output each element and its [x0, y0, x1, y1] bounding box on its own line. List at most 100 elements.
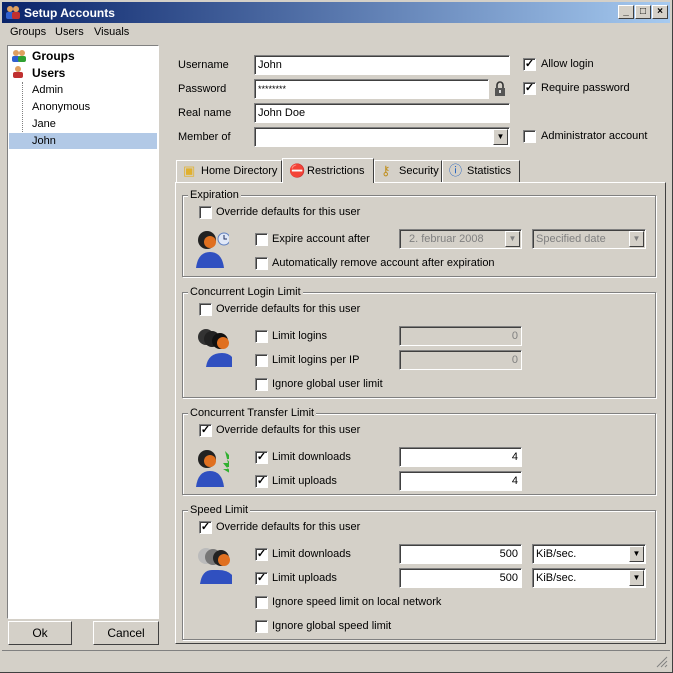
tree-users[interactable]: Users — [30, 65, 67, 81]
member-of-label: Member of — [178, 131, 231, 143]
speed-uploads-unit-select[interactable]: KiB/sec. ▼ — [532, 568, 646, 588]
menu-users[interactable]: Users — [55, 26, 84, 38]
close-button[interactable]: × — [652, 5, 668, 19]
status-bar — [2, 650, 670, 670]
ignore-global-speed-checkbox[interactable] — [255, 620, 268, 633]
user-clock-icon — [196, 231, 229, 268]
allow-login-checkbox[interactable]: ✓ — [523, 58, 536, 71]
ignore-global-speed-label: Ignore global speed limit — [272, 620, 392, 632]
password-input[interactable]: ******** — [254, 79, 489, 99]
chevron-down-icon[interactable]: ▼ — [629, 570, 644, 586]
expiration-date-picker[interactable]: 2. februar 2008 ▼ — [399, 229, 522, 249]
users-icon — [6, 6, 20, 19]
password-label: Password — [178, 83, 227, 95]
key-icon: ⚷ — [381, 163, 391, 178]
transfer-uploads-input[interactable]: 4 — [399, 471, 522, 491]
tree-user-anonymous[interactable]: Anonymous — [30, 99, 92, 115]
tab-restrictions[interactable]: ⛔ Restrictions — [282, 158, 374, 183]
menu-visuals[interactable]: Visuals — [94, 26, 129, 38]
user-transfer-icon — [196, 450, 229, 487]
expiration-override-label: Override defaults for this user — [216, 206, 361, 218]
speed-downloads-checkbox[interactable]: ✓ — [255, 548, 268, 561]
ignore-local-network-label: Ignore speed limit on local network — [272, 596, 442, 608]
tab-security[interactable]: ⚷ Security — [374, 160, 442, 182]
login-override-checkbox[interactable] — [199, 303, 212, 316]
user-icon — [13, 66, 23, 78]
expiration-title: Expiration — [188, 189, 241, 201]
tree-groups[interactable]: Groups — [30, 48, 77, 64]
auto-remove-label: Automatically remove account after expir… — [272, 257, 495, 269]
info-icon: ⓘ — [449, 163, 463, 178]
transfer-override-label: Override defaults for this user — [216, 424, 361, 436]
resize-grip-icon[interactable] — [656, 656, 668, 668]
accounts-tree[interactable]: Groups Users Admin Anonymous Jane John — [7, 45, 159, 619]
tree-user-jane[interactable]: Jane — [30, 116, 58, 132]
minimize-button[interactable]: _ — [618, 5, 634, 19]
realname-input[interactable]: John Doe — [254, 103, 510, 123]
speed-override-label: Override defaults for this user — [216, 521, 361, 533]
expiration-override-checkbox[interactable] — [199, 206, 212, 219]
limit-per-ip-label: Limit logins per IP — [272, 354, 360, 366]
expiration-mode-value: Specified date — [536, 233, 606, 245]
tab-home-directory[interactable]: ▣ Home Directory — [176, 160, 282, 182]
limit-logins-input[interactable]: 0 — [399, 326, 522, 346]
ok-button[interactable]: Ok — [8, 621, 72, 645]
speed-uploads-input[interactable]: 500 — [399, 568, 522, 588]
chevron-down-icon[interactable]: ▼ — [505, 231, 520, 247]
limit-logins-label: Limit logins — [272, 330, 328, 342]
cancel-button[interactable]: Cancel — [93, 621, 159, 645]
transfer-uploads-label: Limit uploads — [272, 475, 337, 487]
allow-login-label: Allow login — [541, 58, 594, 70]
expiration-date-value: 2. februar 2008 — [409, 233, 484, 245]
speed-uploads-label: Limit uploads — [272, 572, 337, 584]
tree-user-john[interactable]: John — [9, 133, 157, 149]
chevron-down-icon[interactable]: ▼ — [629, 546, 644, 562]
ignore-global-user-checkbox[interactable] — [255, 378, 268, 391]
transfer-limit-title: Concurrent Transfer Limit — [188, 407, 317, 419]
limit-logins-checkbox[interactable] — [255, 330, 268, 343]
username-input[interactable]: John — [254, 55, 510, 75]
expiration-mode-select[interactable]: Specified date ▼ — [532, 229, 646, 249]
no-entry-icon: ⛔ — [289, 163, 306, 178]
expire-account-label: Expire account after — [272, 233, 370, 245]
speed-downloads-unit-select[interactable]: KiB/sec. ▼ — [532, 544, 646, 564]
require-password-label: Require password — [541, 82, 630, 94]
speed-uploads-checkbox[interactable]: ✓ — [255, 572, 268, 585]
lock-icon[interactable] — [493, 81, 507, 97]
realname-label: Real name — [178, 107, 232, 119]
limit-per-ip-checkbox[interactable] — [255, 354, 268, 367]
transfer-downloads-checkbox[interactable]: ✓ — [255, 451, 268, 464]
username-label: Username — [178, 59, 229, 71]
title-bar[interactable]: Setup Accounts _ □ × — [2, 2, 670, 23]
tab-statistics[interactable]: ⓘ Statistics — [442, 160, 520, 182]
ignore-global-user-label: Ignore global user limit — [272, 378, 383, 390]
transfer-downloads-input[interactable]: 4 — [399, 447, 522, 467]
limit-per-ip-input[interactable]: 0 — [399, 350, 522, 370]
login-limit-title: Concurrent Login Limit — [188, 286, 303, 298]
tree-user-admin[interactable]: Admin — [30, 82, 65, 98]
menu-groups[interactable]: Groups — [10, 26, 46, 38]
multi-user-icon — [198, 329, 232, 367]
administrator-account-label: Administrator account — [541, 130, 648, 142]
expire-account-checkbox[interactable] — [255, 233, 268, 246]
ignore-local-network-checkbox[interactable] — [255, 596, 268, 609]
transfer-uploads-checkbox[interactable]: ✓ — [255, 475, 268, 488]
speed-downloads-label: Limit downloads — [272, 548, 351, 560]
login-override-label: Override defaults for this user — [216, 303, 361, 315]
chevron-down-icon[interactable]: ▼ — [493, 129, 508, 145]
member-of-dropdown[interactable]: ▼ — [254, 127, 510, 147]
speed-uploads-unit: KiB/sec. — [536, 572, 577, 584]
maximize-button[interactable]: □ — [635, 5, 651, 19]
auto-remove-checkbox[interactable] — [255, 257, 268, 270]
transfer-downloads-label: Limit downloads — [272, 451, 351, 463]
speed-downloads-input[interactable]: 500 — [399, 544, 522, 564]
groups-icon — [12, 50, 26, 62]
speed-limit-title: Speed Limit — [188, 504, 251, 516]
speed-override-checkbox[interactable]: ✓ — [199, 521, 212, 534]
transfer-override-checkbox[interactable]: ✓ — [199, 424, 212, 437]
require-password-checkbox[interactable]: ✓ — [523, 82, 536, 95]
folder-icon: ▣ — [183, 163, 196, 178]
window-title: Setup Accounts — [24, 6, 115, 20]
chevron-down-icon[interactable]: ▼ — [629, 231, 644, 247]
administrator-account-checkbox[interactable] — [523, 130, 536, 143]
